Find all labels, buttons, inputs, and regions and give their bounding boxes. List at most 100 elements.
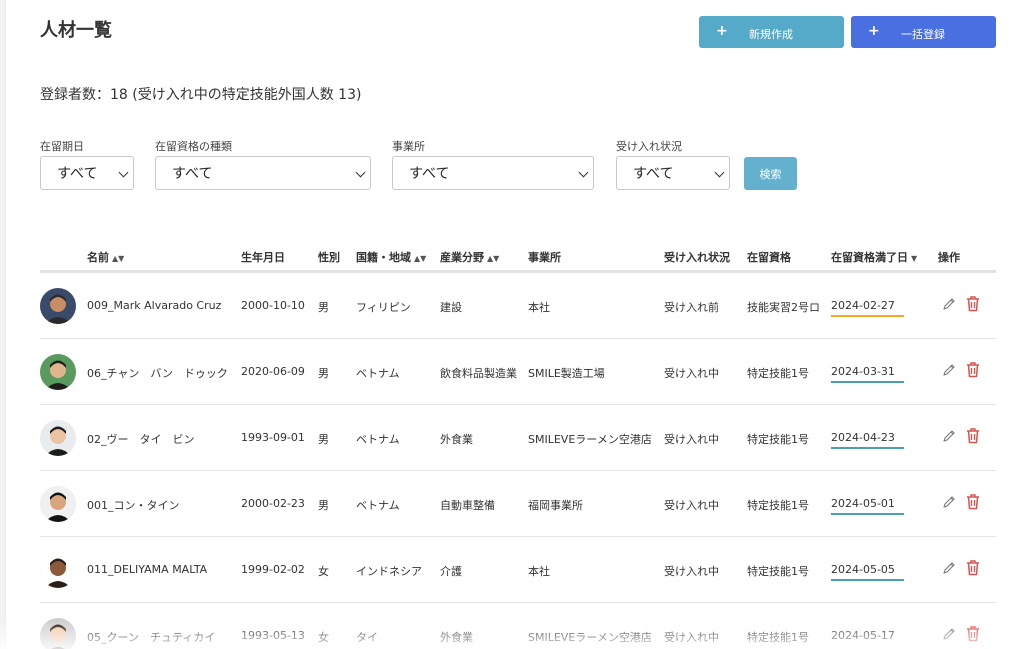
cell-country: フィリピン [356,301,411,314]
table-row: 001_コン・タイン 2000-02-23 男 ベトナム 自動車整備 福岡事業所… [40,471,996,537]
staff-table: 名前 ▲▼ 生年月日 性別 国籍・地域 ▲▼ 産業分野 ▲▼ 事業所 受け入れ状況 在… [40,240,996,649]
filter-label-stay-date: 在留期日 [40,140,84,153]
cell-status: 受け入れ中 [664,367,719,380]
cell-sex: 男 [318,499,329,512]
column-header-industry[interactable]: 産業分野 ▲▼ [440,249,499,265]
filter-select-visa-type[interactable]: すべて [155,156,371,190]
cell-expiry: 2024-05-17 [831,629,895,642]
cell-visa: 特定技能1号 [747,433,809,446]
cell-birth: 2000-02-23 [241,497,305,510]
cell-office: SMILEVEラーメン空港店 [528,631,652,644]
cell-expiry: 2024-05-05 [831,563,904,581]
cell-country: インドネシア [356,565,422,578]
cell-country: ベトナム [356,367,400,380]
filter-value: すべて [409,166,450,182]
table-row: 05_クーン チュティカイ 1993-05-13 女 タイ 外食業 SMILEV… [40,603,996,649]
cell-industry: 飲食料品製造業 [440,367,517,380]
avatar [40,420,76,456]
table-row: 06_チャン バン ドゥック 2020-06-09 男 ベトナム 飲食料品製造業… [40,339,996,405]
cell-office: SMILE製造工場 [528,367,605,380]
filter-select-stay-date[interactable]: すべて [40,156,134,190]
cell-country: ベトナム [356,499,400,512]
cell-status: 受け入れ中 [664,631,719,644]
cell-status: 受け入れ中 [664,433,719,446]
cell-visa: 技能実習2号ロ [747,301,820,314]
table-row: 009_Mark Alvarado Cruz 2000-10-10 男 フィリピ… [40,273,996,339]
cell-office: SMILEVEラーメン空港店 [528,433,652,446]
cell-industry: 外食業 [440,631,473,644]
chevron-down-icon [355,167,366,178]
cell-industry: 介護 [440,565,462,578]
column-header-label: 在留資格満了日 [831,251,908,264]
new-button[interactable]: + 新規作成 [699,16,844,48]
avatar [40,354,76,390]
column-header-sex: 性別 [318,251,340,264]
new-button-label: 新規作成 [749,28,793,41]
page-title: 人材一覧 [40,20,112,41]
trash-icon[interactable] [965,361,981,378]
cell-expiry: 2024-04-23 [831,431,904,449]
sort-icon: ▲▼ [112,254,125,263]
avatar [40,552,76,588]
trash-icon[interactable] [965,295,981,312]
chevron-down-icon [578,167,589,178]
filter-select-acceptance-status[interactable]: すべて [616,156,730,190]
cell-office: 福岡事業所 [528,499,583,512]
cell-name[interactable]: 05_クーン チュティカイ [87,629,215,645]
cell-expiry: 2024-05-01 [831,497,904,515]
trash-icon[interactable] [965,493,981,510]
column-header-expiry[interactable]: 在留資格満了日 ▼ [831,249,917,265]
cell-industry: 建設 [440,301,462,314]
trash-icon[interactable] [965,625,981,642]
edit-pencil-icon[interactable] [942,363,956,377]
filter-value: すべて [57,166,98,182]
bulk-register-button[interactable]: + 一括登録 [851,16,996,48]
column-header-visa: 在留資格 [747,251,791,264]
edit-pencil-icon[interactable] [942,495,956,509]
table-row: 011_DELIYAMA MALTA 1999-02-02 女 インドネシア 介… [40,537,996,603]
cell-name[interactable]: 02_ヴー タイ ビン [87,431,195,447]
cell-name[interactable]: 009_Mark Alvarado Cruz [87,299,221,312]
cell-status: 受け入れ前 [664,301,719,314]
edit-pencil-icon[interactable] [942,561,956,575]
chevron-down-icon [118,167,129,178]
trash-icon[interactable] [965,427,981,444]
cell-sex: 女 [318,565,329,578]
cell-visa: 特定技能1号 [747,367,809,380]
cell-birth: 2020-06-09 [241,365,305,378]
filter-label-acceptance-status: 受け入れ状況 [616,140,682,153]
cell-name[interactable]: 001_コン・タイン [87,497,180,513]
cell-status: 受け入れ中 [664,499,719,512]
column-header-country[interactable]: 国籍・地域 ▲▼ [356,249,426,265]
column-header-name[interactable]: 名前 ▲▼ [87,249,124,265]
cell-expiry: 2024-02-27 [831,299,904,317]
table-header: 名前 ▲▼ 生年月日 性別 国籍・地域 ▲▼ 産業分野 ▲▼ 事業所 受け入れ状況 在… [40,240,996,273]
bulk-register-button-label: 一括登録 [901,28,945,41]
edit-pencil-icon[interactable] [942,429,956,443]
cell-birth: 1993-09-01 [241,431,305,444]
cell-office: 本社 [528,565,550,578]
filter-select-office[interactable]: すべて [392,156,594,190]
cell-sex: 女 [318,631,329,644]
cell-birth: 2000-10-10 [241,299,305,312]
cell-office: 本社 [528,301,550,314]
cell-sex: 男 [318,433,329,446]
edit-pencil-icon[interactable] [942,297,956,311]
cell-visa: 特定技能1号 [747,499,809,512]
column-header-label: 産業分野 [440,251,484,264]
sort-icon: ▲▼ [487,254,500,263]
column-header-birth: 生年月日 [241,251,285,264]
table-row: 02_ヴー タイ ビン 1993-09-01 男 ベトナム 外食業 SMILEV… [40,405,996,471]
column-header-label: 名前 [87,251,109,264]
cell-name[interactable]: 06_チャン バン ドゥック [87,365,228,381]
cell-visa: 特定技能1号 [747,565,809,578]
trash-icon[interactable] [965,559,981,576]
cell-name[interactable]: 011_DELIYAMA MALTA [87,563,207,576]
registration-summary: 登録者数：18 (受け入れ中の特定技能外国人数 13) [40,87,362,103]
cell-visa: 特定技能1号 [747,631,809,644]
cell-birth: 1999-02-02 [241,563,305,576]
cell-industry: 外食業 [440,433,473,446]
chevron-down-icon [714,167,725,178]
search-button[interactable]: 検索 [744,157,797,190]
edit-pencil-icon[interactable] [942,627,956,641]
